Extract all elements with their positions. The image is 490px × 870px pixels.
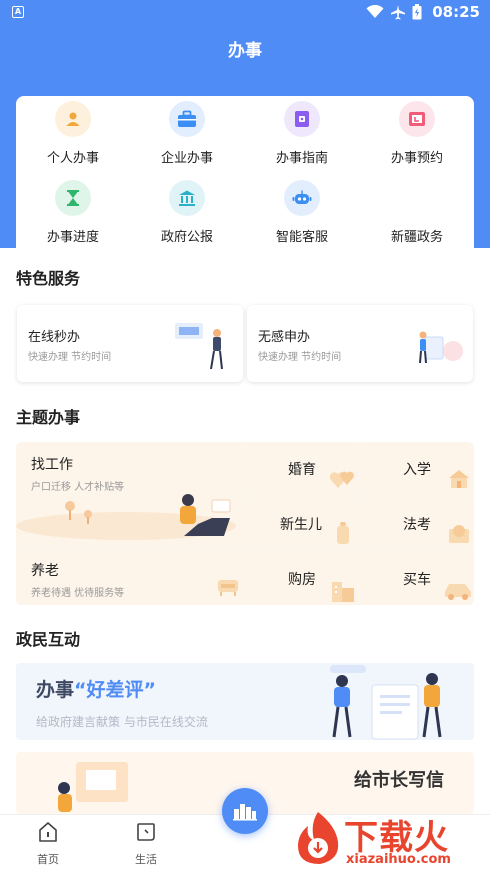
topic-house[interactable]: 购房 <box>246 550 359 605</box>
buildings-icon <box>332 582 354 602</box>
service-assistant[interactable]: 智能客服 <box>245 180 359 245</box>
person-icon <box>55 101 91 137</box>
feature-card-title: 在线秒办 <box>28 330 81 345</box>
topic-newborn[interactable]: 新生儿 <box>246 497 359 548</box>
topic-subtitle: 养老待遇 优待服务等 <box>31 588 125 599</box>
watermark: 下载火 xiazaihuo.com <box>290 806 490 870</box>
service-label: 企业办事 <box>160 151 213 166</box>
review-banner-title-b: “好差评” <box>74 679 156 701</box>
service-appointment[interactable]: 办事预约 <box>360 101 474 166</box>
home-icon <box>39 822 57 842</box>
calendar-icon <box>399 101 435 137</box>
topic-label: 购房 <box>288 572 316 588</box>
wifi-icon <box>366 5 384 18</box>
topic-label: 养老 <box>31 563 59 579</box>
interaction-section-title: 政民互动 <box>16 630 81 649</box>
letter-illustration <box>58 762 128 812</box>
service-xinjiang[interactable]: 新疆政务 <box>360 180 474 245</box>
service-enterprise[interactable]: 企业办事 <box>130 101 244 166</box>
nav-life[interactable]: 生活 <box>116 821 176 867</box>
school-icon <box>449 470 469 488</box>
service-label: 新疆政务 <box>390 230 443 245</box>
sofa-icon <box>218 580 238 596</box>
battery-icon <box>412 4 422 20</box>
nav-home-label: 首页 <box>37 853 59 866</box>
page-title: 办事 <box>228 41 262 61</box>
status-icons <box>366 4 422 20</box>
topic-label: 新生儿 <box>280 517 322 533</box>
service-gazette[interactable]: 政府公报 <box>130 180 244 245</box>
service-label: 办事指南 <box>275 151 328 166</box>
airplane-mode-icon <box>391 5 405 20</box>
certificate-icon <box>449 525 469 543</box>
feature-card-title: 无感申办 <box>258 330 311 345</box>
feature-card-subtitle: 快速办理 节约时间 <box>258 352 342 363</box>
government-building-icon <box>169 180 205 216</box>
topic-law-exam[interactable]: 法考 <box>361 497 474 548</box>
feature-card-subtitle: 快速办理 节约时间 <box>28 352 112 363</box>
topic-find-job[interactable]: 找工作 户口迁移 人才补贴等 <box>16 442 244 548</box>
topic-car[interactable]: 买车 <box>361 550 474 605</box>
job-illustration <box>16 494 236 540</box>
review-banner-title: 办事“好差评” <box>36 675 156 702</box>
service-guide[interactable]: 办事指南 <box>245 101 359 166</box>
service-label: 个人办事 <box>46 151 99 166</box>
topic-school[interactable]: 入学 <box>361 442 474 495</box>
review-banner-title-a: 办事 <box>36 679 75 701</box>
services-grid: 个人办事 企业办事 办事指南 办事预约 办事进度 政府公报 智能客服 新疆政务 <box>16 96 474 256</box>
nav-home[interactable]: 首页 <box>18 821 78 867</box>
topic-marriage[interactable]: 婚育 <box>246 442 359 495</box>
feature-card-seamless[interactable]: 无感申办 快速办理 节约时间 <box>247 305 473 382</box>
review-illustration <box>330 665 442 740</box>
clock: 08:25 <box>432 3 480 21</box>
review-banner-subtitle: 给政府建言献策 与市民在线交流 <box>36 715 208 729</box>
review-banner[interactable]: 办事“好差评” 给政府建言献策 与市民在线交流 <box>16 663 474 740</box>
service-label: 智能客服 <box>275 230 328 245</box>
center-city-button[interactable] <box>222 788 268 834</box>
notification-indicator-icon: A <box>12 6 24 18</box>
service-label: 政府公报 <box>160 230 213 245</box>
topic-label: 法考 <box>403 517 431 533</box>
seamless-illustration <box>419 331 463 364</box>
briefcase-icon <box>169 101 205 137</box>
hourglass-icon <box>55 180 91 216</box>
car-icon <box>445 584 471 600</box>
city-skyline-icon <box>233 804 257 821</box>
topic-label: 买车 <box>403 572 431 588</box>
online-illustration <box>175 323 223 370</box>
status-bar: A 08:25 <box>0 0 490 26</box>
watermark-url: xiazaihuo.com <box>346 852 451 867</box>
baby-bottle-icon <box>337 522 349 544</box>
service-label: 办事预约 <box>390 151 443 166</box>
topic-label: 入学 <box>403 462 431 478</box>
service-label: 办事进度 <box>46 230 99 245</box>
xinjiang-icon <box>399 180 435 216</box>
mayor-letter-title: 给市长写信 <box>354 770 444 791</box>
robot-icon <box>284 180 320 216</box>
topic-elderly[interactable]: 养老 养老待遇 优待服务等 <box>16 550 244 605</box>
service-personal[interactable]: 个人办事 <box>16 101 130 166</box>
feature-card-online[interactable]: 在线秒办 快速办理 节约时间 <box>17 305 243 382</box>
flame-logo-icon <box>298 812 339 864</box>
topics-section-title: 主题办事 <box>16 408 81 427</box>
hearts-icon <box>330 471 354 488</box>
topics-panel: 找工作 户口迁移 人才补贴等 养老 养老待遇 优待服务等 婚育 入学 新生儿 法… <box>16 442 474 605</box>
topic-label: 找工作 <box>31 457 73 473</box>
service-progress[interactable]: 办事进度 <box>16 180 130 245</box>
guide-book-icon <box>284 101 320 137</box>
featured-section-title: 特色服务 <box>16 269 81 288</box>
life-icon <box>137 823 155 841</box>
topic-label: 婚育 <box>288 462 316 478</box>
nav-life-label: 生活 <box>135 853 157 866</box>
